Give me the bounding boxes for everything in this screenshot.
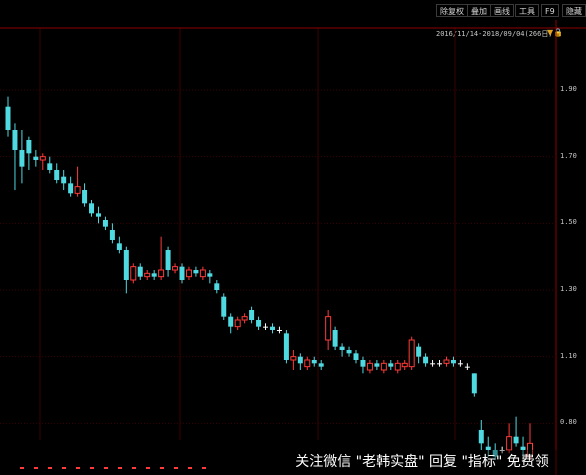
candle-body (82, 190, 88, 204)
candlestick-chart (0, 20, 586, 475)
candle-body (185, 269, 192, 278)
candle-body (54, 170, 60, 180)
candle-body (228, 316, 234, 327)
candle-body (457, 363, 463, 365)
candle-body (478, 430, 484, 444)
y-tick-label: 1.90 (560, 85, 577, 93)
candle-body (423, 356, 429, 364)
candle-body (158, 269, 165, 278)
candle-body (5, 106, 11, 130)
candle-body (193, 270, 199, 274)
candle-body (172, 266, 179, 271)
candle-body (12, 130, 18, 150)
candle-body (332, 330, 338, 347)
y-tick-label: 1.50 (560, 218, 577, 227)
candle-body (102, 220, 108, 227)
candle-body (234, 319, 241, 328)
candle-body (165, 250, 171, 270)
candle-body (450, 360, 456, 364)
y-tick-label: 0.80 (560, 418, 577, 427)
candle-body (318, 363, 324, 367)
candle-body (144, 272, 151, 278)
candle-body (263, 326, 269, 328)
candle-body (68, 183, 74, 194)
candle-body (353, 353, 359, 360)
candle-body (95, 213, 101, 217)
candle-body (380, 362, 387, 371)
candle-body (437, 363, 443, 365)
candle-body (39, 156, 46, 161)
candle-body (366, 362, 373, 371)
candle-body (61, 176, 67, 184)
candle-body (506, 436, 513, 451)
candle-body (388, 363, 394, 367)
candle-body (311, 360, 317, 364)
candle-body (297, 356, 303, 364)
candle-body (33, 156, 39, 160)
candle-body (339, 346, 345, 350)
candle-body (430, 363, 436, 365)
candle-body (74, 186, 81, 194)
candle-body (256, 320, 262, 327)
candle-body (276, 330, 282, 331)
candle-body (394, 362, 401, 371)
candle-body (408, 339, 415, 368)
candle-body (374, 363, 380, 367)
candle-body (304, 359, 311, 368)
candle-body (290, 356, 297, 361)
candle-body (47, 163, 53, 170)
candle-body (416, 346, 422, 357)
candle-body (249, 310, 255, 320)
candle-body (464, 366, 470, 368)
candle-body (151, 273, 157, 277)
candle-body (325, 316, 332, 341)
candle-body (109, 230, 115, 240)
candle-body (221, 296, 227, 317)
promo-overlay-text: 关注微信 "老韩实盘" 回复 "指标" 免费领 (258, 450, 586, 475)
candle-body (214, 283, 220, 290)
y-tick-label: 1.30 (560, 285, 577, 293)
candle-body (207, 273, 213, 277)
candle-body (401, 362, 408, 368)
candle-body (130, 266, 137, 281)
candle-body (513, 436, 519, 444)
candle-body (241, 316, 248, 321)
y-tick-label: 1.10 (560, 351, 577, 360)
candle-body (443, 359, 450, 364)
candle-body (116, 243, 122, 250)
y-tick-label: 1.70 (560, 151, 577, 160)
candle-body (199, 269, 206, 278)
candle-body (471, 373, 477, 394)
candle-body (360, 360, 366, 367)
candle-body (26, 140, 32, 154)
candle-body (89, 203, 95, 214)
candle-body (346, 350, 352, 354)
candle-body (137, 266, 143, 277)
candle-body (179, 266, 185, 280)
candle-body (283, 333, 289, 360)
candle-body (19, 150, 25, 167)
candle-body (123, 250, 129, 280)
candle-body (269, 326, 275, 330)
